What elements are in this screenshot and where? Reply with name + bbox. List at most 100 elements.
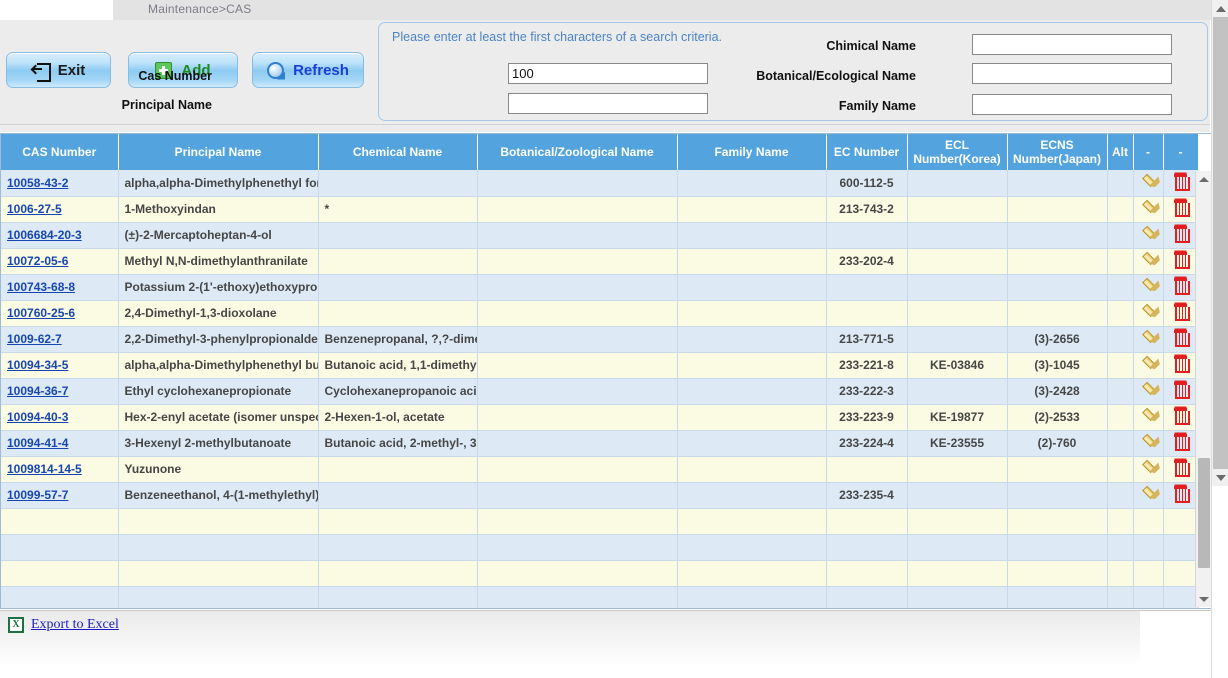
active-tab[interactable] <box>0 0 113 20</box>
cell-cas-number[interactable]: 100760-25-6 <box>1 300 119 327</box>
cell-edit-action[interactable] <box>1133 222 1164 249</box>
cell-edit-action[interactable] <box>1133 352 1164 379</box>
cell-edit-action[interactable] <box>1133 300 1164 327</box>
pencil-icon[interactable] <box>1137 353 1158 374</box>
cell-cas-number[interactable]: 10094-40-3 <box>1 404 119 431</box>
cell-edit-action[interactable] <box>1133 248 1164 275</box>
cell-delete-action[interactable] <box>1163 430 1199 457</box>
chimical-name-input[interactable] <box>972 34 1172 55</box>
trash-icon[interactable] <box>1174 486 1190 503</box>
trash-icon[interactable] <box>1174 460 1190 477</box>
cell-delete-action[interactable] <box>1163 326 1199 353</box>
cell-delete-action[interactable] <box>1163 222 1199 249</box>
cell-edit-action[interactable] <box>1133 326 1164 353</box>
trash-icon[interactable] <box>1174 200 1190 217</box>
cas-number-link[interactable]: 1006684-20-3 <box>7 228 82 242</box>
col-ec-number[interactable]: EC Number <box>826 134 908 170</box>
page-scroll-down-button[interactable] <box>1212 469 1228 486</box>
botanical-ecological-name-input[interactable] <box>972 63 1172 84</box>
cell-cas-number[interactable]: 1006-27-5 <box>1 196 119 223</box>
trash-icon[interactable] <box>1174 252 1190 269</box>
cas-number-link[interactable]: 1009-62-7 <box>7 332 62 346</box>
cas-number-link[interactable]: 1009814-14-5 <box>7 462 82 476</box>
cell-delete-action[interactable] <box>1163 300 1199 327</box>
export-to-excel-link[interactable]: X Export to Excel <box>8 617 119 633</box>
cell-edit-action[interactable] <box>1133 456 1164 483</box>
cas-number-link[interactable]: 100743-68-8 <box>7 280 75 294</box>
trash-icon[interactable] <box>1174 382 1190 399</box>
grid-scroll-thumb[interactable] <box>1198 458 1210 568</box>
grid-scroll-down-button[interactable] <box>1196 591 1212 607</box>
col-family-name[interactable]: Family Name <box>677 134 827 170</box>
trash-icon[interactable] <box>1174 356 1190 373</box>
col-principal-name[interactable]: Principal Name <box>118 134 319 170</box>
grid-vertical-scrollbar[interactable] <box>1195 171 1211 607</box>
col-botanical-zoological-name[interactable]: Botanical/Zoological Name <box>477 134 678 170</box>
principal-name-input[interactable] <box>508 93 708 114</box>
cell-edit-action[interactable] <box>1133 404 1164 431</box>
cell-edit-action[interactable] <box>1133 378 1164 405</box>
cell-edit-action[interactable] <box>1133 430 1164 457</box>
trash-icon[interactable] <box>1174 304 1190 321</box>
col-ecl-number-korea[interactable]: ECL Number(Korea) <box>907 134 1008 170</box>
pencil-icon[interactable] <box>1137 275 1158 296</box>
trash-icon[interactable] <box>1174 278 1190 295</box>
page-scroll-thumb[interactable] <box>1213 17 1228 469</box>
cell-delete-action[interactable] <box>1163 274 1199 301</box>
cell-delete-action[interactable] <box>1163 248 1199 275</box>
pencil-icon[interactable] <box>1137 327 1158 348</box>
cell-delete-action[interactable] <box>1163 196 1199 223</box>
pencil-icon[interactable] <box>1137 431 1158 452</box>
family-name-input[interactable] <box>972 94 1172 115</box>
cas-number-link[interactable]: 10094-36-7 <box>7 384 68 398</box>
pencil-icon[interactable] <box>1137 223 1158 244</box>
cas-number-link[interactable]: 100760-25-6 <box>7 306 75 320</box>
cell-cas-number[interactable]: 10099-57-7 <box>1 482 119 509</box>
pencil-icon[interactable] <box>1137 379 1158 400</box>
cell-cas-number[interactable]: 10094-36-7 <box>1 378 119 405</box>
pencil-icon[interactable] <box>1137 197 1158 218</box>
page-scroll-up-button[interactable] <box>1212 0 1228 17</box>
trash-icon[interactable] <box>1174 434 1190 451</box>
cas-number-link[interactable]: 1006-27-5 <box>7 202 62 216</box>
cas-number-input[interactable] <box>508 63 708 84</box>
cell-delete-action[interactable] <box>1163 456 1199 483</box>
pencil-icon[interactable] <box>1137 483 1158 504</box>
cell-delete-action[interactable] <box>1163 170 1199 197</box>
cell-edit-action[interactable] <box>1133 482 1164 509</box>
pencil-icon[interactable] <box>1137 249 1158 270</box>
cell-cas-number[interactable]: 1009-62-7 <box>1 326 119 353</box>
trash-icon[interactable] <box>1174 173 1190 191</box>
refresh-button[interactable]: Refresh <box>252 52 364 88</box>
col-alt[interactable]: Alt <box>1107 134 1134 170</box>
pencil-icon[interactable] <box>1137 405 1158 426</box>
cell-cas-number[interactable]: 100743-68-8 <box>1 274 119 301</box>
cell-delete-action[interactable] <box>1163 352 1199 379</box>
cell-cas-number[interactable]: 10094-41-4 <box>1 430 119 457</box>
cell-cas-number[interactable]: 1006684-20-3 <box>1 222 119 249</box>
cell-delete-action[interactable] <box>1163 404 1199 431</box>
cell-delete-action[interactable] <box>1163 378 1199 405</box>
pencil-icon[interactable] <box>1137 171 1158 192</box>
cas-number-link[interactable]: 10094-41-4 <box>7 436 68 450</box>
cas-number-link[interactable]: 10094-40-3 <box>7 410 68 424</box>
pencil-icon[interactable] <box>1137 457 1158 478</box>
cas-number-link[interactable]: 10094-34-5 <box>7 358 68 372</box>
trash-icon[interactable] <box>1174 226 1190 243</box>
cell-edit-action[interactable] <box>1133 274 1164 301</box>
cell-cas-number[interactable]: 10058-43-2 <box>1 170 119 197</box>
page-vertical-scrollbar[interactable] <box>1211 0 1228 678</box>
col-chemical-name[interactable]: Chemical Name <box>318 134 478 170</box>
cas-number-link[interactable]: 10058-43-2 <box>7 176 68 190</box>
cell-delete-action[interactable] <box>1163 482 1199 509</box>
col-cas-number[interactable]: CAS Number <box>1 134 119 170</box>
cell-cas-number[interactable]: 10072-05-6 <box>1 248 119 275</box>
cas-number-link[interactable]: 10099-57-7 <box>7 488 68 502</box>
cell-cas-number[interactable]: 10094-34-5 <box>1 352 119 379</box>
grid-scroll-up-button[interactable] <box>1196 171 1212 187</box>
cell-edit-action[interactable] <box>1133 196 1164 223</box>
cell-cas-number[interactable]: 1009814-14-5 <box>1 456 119 483</box>
trash-icon[interactable] <box>1174 330 1190 347</box>
trash-icon[interactable] <box>1174 408 1190 425</box>
pencil-icon[interactable] <box>1137 301 1158 322</box>
